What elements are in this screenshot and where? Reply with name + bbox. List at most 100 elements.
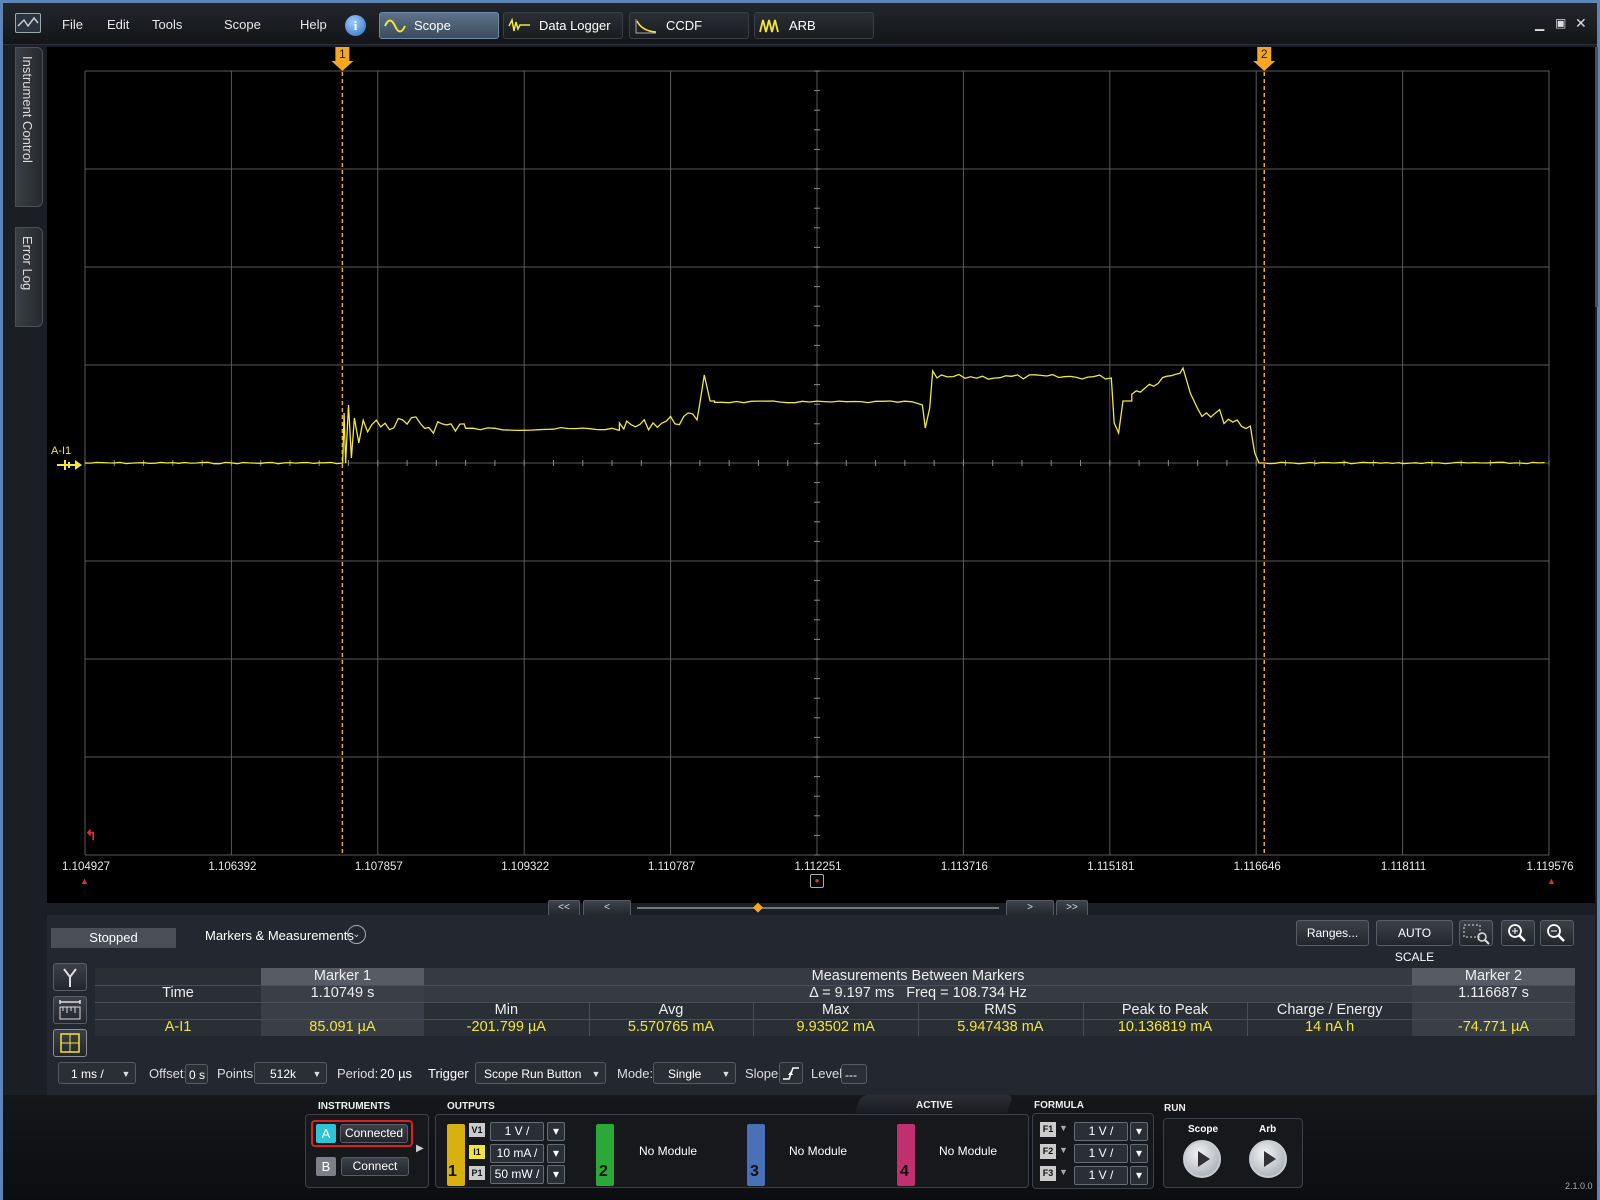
trigger-center-icon[interactable]: ● <box>810 874 824 888</box>
dropdown-arrow-icon: ▼ <box>121 1069 131 1079</box>
measure-tool-button[interactable] <box>53 996 87 1024</box>
level-input[interactable]: --- <box>841 1064 867 1084</box>
scroll-far-right-button[interactable]: >> <box>1056 900 1088 916</box>
tab-arb[interactable]: ARB <box>754 12 874 39</box>
formula-expand-icon[interactable]: ▼ <box>1059 1167 1068 1177</box>
instrument-b-badge: B <box>316 1157 336 1176</box>
app-logo-icon[interactable] <box>15 13 41 33</box>
dropdown-arrow-icon[interactable]: ▾ <box>1130 1122 1148 1141</box>
run-scope-button[interactable] <box>1183 1140 1221 1178</box>
marker2-header: Marker 2 <box>1464 968 1523 984</box>
auto-scale-button[interactable]: AUTO SCALE <box>1376 920 1453 964</box>
measure-col-header: Max <box>821 1002 850 1018</box>
version-label: 2.1.0.0 <box>1565 1181 1593 1191</box>
maximize-icon[interactable]: ▣ <box>1555 16 1566 30</box>
table-view-button[interactable] <box>53 1029 87 1057</box>
ranges-button[interactable]: Ranges... <box>1296 920 1369 946</box>
marker1-value: 85.091 µA <box>309 1019 376 1035</box>
slope-label: Slope: <box>745 1066 782 1081</box>
offset-value: 0 s <box>189 1068 206 1082</box>
x-tick-label: 1.104927 <box>62 861 110 873</box>
scroll-track[interactable] <box>637 907 999 909</box>
measure-icon <box>59 1000 81 1020</box>
marker1-time: 1.10749 s <box>310 985 375 1001</box>
ccdf-icon <box>635 19 657 34</box>
tab-ccdf[interactable]: CCDF <box>629 12 749 39</box>
side-tab-instrument-control-label: Instrument Control <box>20 56 35 163</box>
p1-scale-select[interactable]: 50 mW / <box>490 1165 544 1184</box>
offset-input[interactable]: 0 s <box>185 1064 208 1084</box>
formula-scale-select[interactable]: 1 V / <box>1074 1122 1128 1141</box>
measure-value: 5.570765 mA <box>627 1019 715 1035</box>
output-2-number: 2 <box>599 1163 608 1180</box>
dropdown-arrow-icon[interactable]: ▾ <box>547 1122 565 1141</box>
right-scrollbar[interactable] <box>1595 47 1598 307</box>
chevron-down-icon[interactable]: ⌄ <box>347 925 366 944</box>
scope-plot-svg[interactable]: 12 <box>47 47 1595 903</box>
side-tab-error-log[interactable]: Error Log <box>15 227 43 327</box>
app-window: File Edit Tools Scope Help i Scope Data … <box>0 0 1600 1200</box>
plot-markers[interactable]: 12 <box>331 47 1276 855</box>
info-icon[interactable]: i <box>345 15 366 36</box>
expand-right-icon[interactable]: ▶ <box>416 1143 424 1154</box>
points-value: 512k <box>270 1067 297 1081</box>
channel-label: A-I1 <box>51 445 71 457</box>
dropdown-arrow-icon: ▼ <box>721 1069 731 1079</box>
zoom-out-button[interactable] <box>1540 920 1574 946</box>
trigger-position-icon[interactable]: ↰ <box>85 827 97 844</box>
mode-select[interactable]: Single ▼ <box>653 1062 736 1084</box>
trigger-value: Scope Run Button <box>484 1067 582 1081</box>
side-tab-instrument-control[interactable]: Instrument Control <box>15 47 43 207</box>
i1-scale-select[interactable]: 10 mA / <box>490 1144 544 1163</box>
instrument-b-connect-button[interactable]: Connect <box>341 1157 409 1176</box>
channel-label-text: A-I1 <box>51 445 72 457</box>
scroll-far-left-button[interactable]: << <box>548 900 580 916</box>
trace-a-i1 <box>84 366 1545 465</box>
slope-button[interactable] <box>779 1062 803 1084</box>
menu-help[interactable]: Help <box>300 17 327 32</box>
dropdown-arrow-icon[interactable]: ▾ <box>547 1144 565 1163</box>
close-icon[interactable]: ✕ <box>1575 15 1587 32</box>
scroll-left-button[interactable]: < <box>583 900 631 916</box>
between-markers-header: Measurements Between Markers <box>811 968 1025 984</box>
formula-badge: F3 <box>1040 1166 1056 1181</box>
markers-measurements-label[interactable]: Markers & Measurements <box>205 928 354 943</box>
minimize-icon[interactable]: ▁ <box>1535 17 1544 31</box>
marker-tool-button[interactable] <box>53 963 87 991</box>
period-value: 20 µs <box>380 1066 413 1081</box>
zoom-box-button[interactable] <box>1459 920 1493 946</box>
menu-edit[interactable]: Edit <box>107 17 129 32</box>
output-4-status: No Module <box>939 1144 998 1158</box>
scroll-right-button[interactable]: > <box>1006 900 1054 916</box>
instrument-a-connected-button[interactable]: Connected <box>340 1124 408 1143</box>
dropdown-arrow-icon[interactable]: ▾ <box>1130 1144 1148 1163</box>
tab-scope[interactable]: Scope <box>379 12 499 39</box>
play-icon <box>1264 1151 1276 1167</box>
v1-scale-select[interactable]: 1 V / <box>490 1122 544 1141</box>
scroll-thumb[interactable]: ◆ <box>753 899 763 915</box>
ground-marker-icon[interactable] <box>55 457 83 473</box>
instrument-a-row[interactable]: A Connected <box>311 1120 413 1147</box>
scope-plot[interactable]: 12 A-I1 ↰ <box>47 47 1595 903</box>
arb-wave-icon <box>759 19 779 33</box>
output-3-number: 3 <box>750 1163 759 1180</box>
output-2-status: No Module <box>639 1144 698 1158</box>
formula-expand-icon[interactable]: ▼ <box>1059 1145 1068 1155</box>
marker1-header: Marker 1 <box>313 968 372 984</box>
menu-scope[interactable]: Scope <box>224 17 261 32</box>
tab-scope-label: Scope <box>414 18 451 33</box>
menu-file[interactable]: File <box>62 17 83 32</box>
points-select[interactable]: 512k ▼ <box>254 1062 327 1084</box>
tab-data-logger[interactable]: Data Logger <box>503 12 623 39</box>
dropdown-arrow-icon[interactable]: ▾ <box>547 1165 565 1184</box>
formula-scale-select[interactable]: 1 V / <box>1074 1144 1128 1163</box>
period-label: Period: <box>337 1066 379 1081</box>
menu-tools[interactable]: Tools <box>152 17 182 32</box>
timebase-select[interactable]: 1 ms / ▼ <box>58 1062 136 1084</box>
dropdown-arrow-icon[interactable]: ▾ <box>1130 1166 1148 1185</box>
run-arb-button[interactable] <box>1249 1140 1287 1178</box>
formula-scale-select[interactable]: 1 V / <box>1074 1166 1128 1185</box>
formula-expand-icon[interactable]: ▼ <box>1059 1123 1068 1133</box>
zoom-in-button[interactable] <box>1501 920 1535 946</box>
trigger-select[interactable]: Scope Run Button ▼ <box>475 1062 606 1084</box>
